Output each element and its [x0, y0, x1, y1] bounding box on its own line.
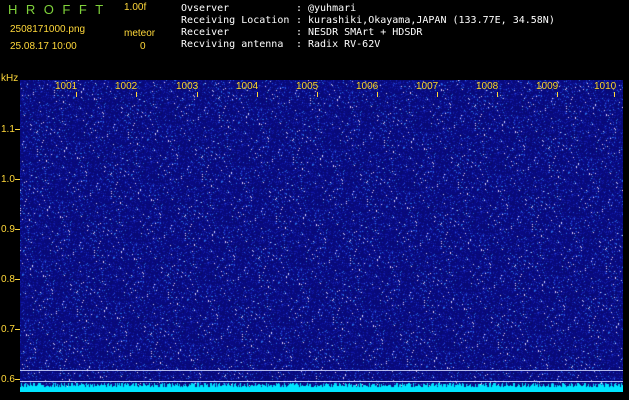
x-tick-mark [76, 92, 77, 97]
y-tick-label: 0.7 [1, 324, 15, 335]
datetime-label: 25.08.17 10:00 [10, 41, 77, 52]
waterfall-spectrogram[interactable] [20, 80, 623, 392]
y-tick-mark [15, 379, 20, 380]
y-axis-unit: kHz [1, 73, 19, 84]
x-tick-mark [497, 92, 498, 97]
meteor-label: meteor [124, 28, 156, 39]
y-tick-label: 1.0 [1, 174, 15, 185]
waterfall-canvas[interactable] [20, 80, 623, 392]
location-label: Receiving Location [181, 15, 290, 26]
right-gutter [623, 80, 629, 400]
y-tick-mark [15, 129, 20, 130]
location-value: kurashiki,Okayama,JAPAN (133.77E, 34.58N… [308, 15, 555, 26]
receiver-separator: : [296, 27, 303, 38]
y-tick-mark [15, 179, 20, 180]
x-tick-label: 1002 [115, 81, 138, 92]
observer-value: @yuhmari [308, 3, 357, 14]
antenna-label: Recviving antenna [181, 39, 284, 50]
y-tick-label: 1.1 [1, 124, 15, 135]
y-tick-label: 0.8 [1, 274, 15, 285]
x-tick-mark [437, 92, 438, 97]
reference-line-lower [20, 381, 623, 382]
meteor-count: 0 [140, 41, 146, 52]
header-panel: HROFFT 1.00f 2508171000.png meteor 25.08… [0, 0, 629, 78]
x-tick-mark [377, 92, 378, 97]
y-tick-label: 0.9 [1, 224, 15, 235]
x-tick-mark [197, 92, 198, 97]
x-tick-label: 1005 [296, 81, 319, 92]
x-tick-label: 1004 [236, 81, 259, 92]
x-tick-mark [317, 92, 318, 97]
x-tick-mark [257, 92, 258, 97]
receiver-value: NESDR SMArt + HDSDR [308, 27, 423, 38]
x-tick-mark [136, 92, 137, 97]
x-tick-label: 1006 [356, 81, 379, 92]
x-tick-label: 1008 [476, 81, 499, 92]
filename-label: 2508171000.png [10, 24, 86, 35]
y-tick-mark [15, 229, 20, 230]
observer-separator: : [296, 3, 303, 14]
x-tick-label: 1001 [55, 81, 78, 92]
x-tick-mark [614, 92, 615, 97]
x-tick-mark [557, 92, 558, 97]
app-title: HROFFT [8, 2, 112, 17]
y-tick-label: 0.6 [1, 374, 15, 385]
reference-line-upper [20, 370, 623, 371]
x-tick-label: 1009 [536, 81, 559, 92]
location-separator: : [296, 15, 303, 26]
x-tick-label: 1010 [594, 81, 617, 92]
version-label: 1.00f [124, 2, 147, 13]
observer-label: Ovserver [181, 3, 230, 14]
antenna-separator: : [296, 39, 303, 50]
x-tick-label: 1003 [176, 81, 199, 92]
receiver-label: Receiver [181, 27, 230, 38]
x-tick-label: 1007 [416, 81, 439, 92]
antenna-value: Radix RV-62V [308, 39, 381, 50]
y-tick-mark [15, 279, 20, 280]
y-tick-mark [15, 329, 20, 330]
